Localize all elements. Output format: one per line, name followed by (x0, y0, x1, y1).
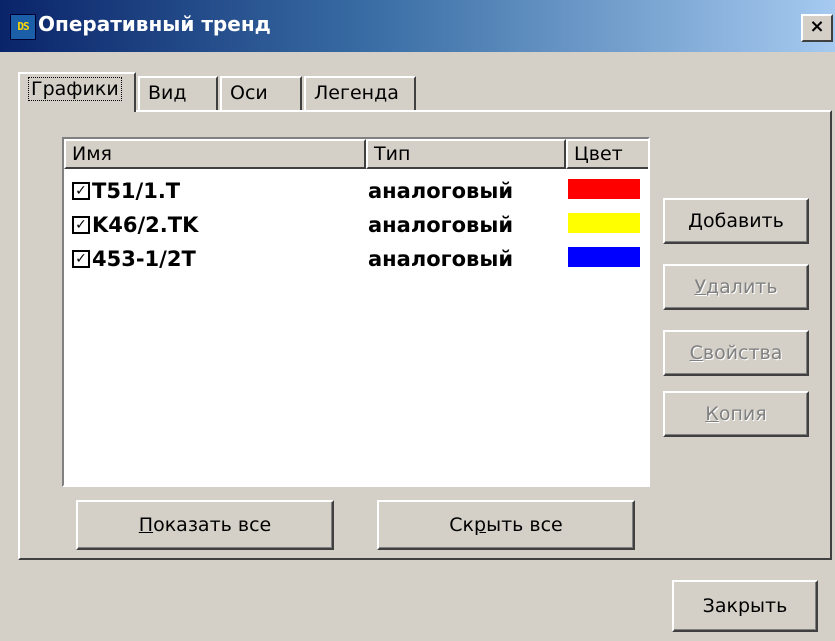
properties-button-label: войства (702, 342, 783, 364)
app-icon: DS (10, 14, 36, 40)
delete-button-label: далить (706, 276, 778, 298)
row-name: 453-1/2T (92, 247, 196, 271)
tab-axes[interactable]: Оси (220, 76, 302, 110)
row-type: аналоговый (368, 213, 514, 237)
list-row[interactable]: ✓ K46/2.TK аналоговый (64, 213, 648, 239)
column-header-color[interactable]: Цвет (566, 139, 648, 169)
row-color-swatch[interactable] (568, 247, 640, 267)
tab-view[interactable]: Вид (138, 76, 218, 110)
hide-all-prefix: Ск (449, 514, 475, 536)
row-name: K46/2.TK (92, 213, 199, 237)
row-type: аналоговый (368, 247, 514, 271)
close-dialog-label: Закрыть (702, 595, 788, 617)
row-checkbox[interactable]: ✓ (72, 216, 90, 234)
column-header-type[interactable]: Тип (366, 139, 566, 169)
properties-button-mnemonic: С (689, 342, 703, 364)
show-all-label: оказать все (153, 514, 272, 536)
delete-button[interactable]: Удалить (663, 264, 809, 310)
close-window-button[interactable]: × (801, 14, 833, 42)
list-row[interactable]: ✓ 453-1/2T аналоговый (64, 247, 648, 273)
properties-button[interactable]: Свойства (663, 330, 809, 376)
hide-all-mnemonic: р (474, 514, 487, 536)
close-dialog-button[interactable]: Закрыть (672, 580, 818, 632)
copy-button[interactable]: Копия (663, 391, 809, 437)
column-header-name[interactable]: Имя (64, 139, 366, 169)
graph-list[interactable]: Имя Тип Цвет ✓ T51/1.T аналоговый ✓ K46/… (62, 137, 650, 487)
row-type: аналоговый (368, 179, 514, 203)
title-bar: DS Оперативный тренд × (0, 0, 835, 52)
copy-button-mnemonic: К (705, 403, 719, 425)
tab-axes-label: Оси (230, 82, 268, 104)
show-all-button[interactable]: Показать все (76, 500, 334, 550)
row-checkbox[interactable]: ✓ (72, 182, 90, 200)
add-button[interactable]: Добавить (663, 198, 809, 244)
list-row[interactable]: ✓ T51/1.T аналоговый (64, 179, 648, 205)
add-button-label: обавить (703, 210, 784, 232)
tab-graphs-label: Графики (28, 77, 122, 101)
add-button-mnemonic: Д (688, 210, 704, 232)
hide-all-button[interactable]: Скрыть все (377, 500, 635, 550)
row-name: T51/1.T (92, 179, 181, 203)
row-checkbox[interactable]: ✓ (72, 250, 90, 268)
row-color-swatch[interactable] (568, 213, 640, 233)
tab-view-label: Вид (148, 82, 187, 104)
tab-legend-label: Легенда (314, 82, 399, 104)
close-icon: × (809, 16, 825, 37)
show-all-mnemonic: П (138, 514, 154, 536)
hide-all-label: ыть все (486, 514, 563, 536)
window-title: Оперативный тренд (38, 12, 271, 36)
tab-legend[interactable]: Легенда (304, 76, 416, 110)
tab-graphs[interactable]: Графики (18, 72, 136, 112)
row-color-swatch[interactable] (568, 179, 640, 199)
delete-button-mnemonic: У (694, 276, 707, 298)
copy-button-label: опия (718, 403, 767, 425)
